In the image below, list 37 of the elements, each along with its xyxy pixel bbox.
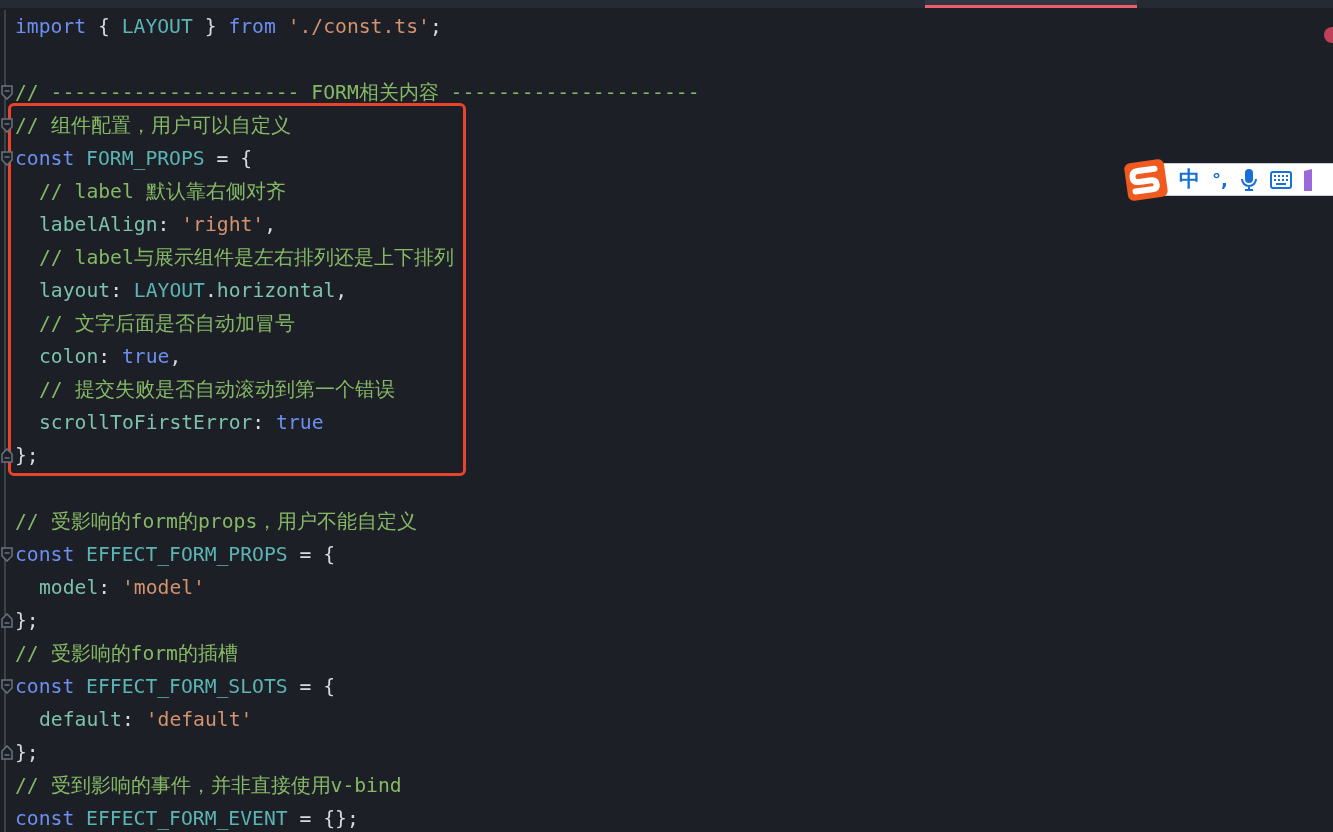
code-line: labelAlign: 'right', [38, 211, 277, 238]
input-mode-toggle[interactable]: 中 [1179, 169, 1200, 190]
code-line: import { LAYOUT } from './const.ts'; [15, 13, 442, 40]
fold-icon[interactable] [1, 447, 13, 463]
code-line: const FORM_PROPS = { [15, 145, 253, 172]
code-line: }; [15, 442, 39, 469]
code-line: colon: true, [38, 343, 182, 370]
microphone-icon[interactable] [1239, 167, 1258, 192]
code-line: }; [15, 607, 39, 634]
code-line: const EFFECT_FORM_PROPS = { [15, 541, 336, 568]
code-line: default: 'default' [38, 706, 253, 733]
keyboard-icon[interactable] [1269, 170, 1292, 189]
code-comment: // 受影响的form的props，用户不能自定义 [15, 508, 418, 535]
fold-icon[interactable] [1, 150, 13, 166]
code-comment: // 组件配置，用户可以自定义 [15, 112, 291, 139]
code-line: const EFFECT_FORM_EVENT = {}; [15, 805, 359, 832]
punctuation-toggle[interactable]: °, [1212, 170, 1228, 189]
code-line: layout: LAYOUT.horizontal, [38, 277, 348, 304]
fold-icon[interactable] [1, 84, 13, 100]
code-comment: // 提交失败是否自动滚动到第一个错误 [38, 376, 395, 403]
code-comment: // label 默认靠右侧对齐 [38, 178, 286, 205]
code-line: const EFFECT_FORM_SLOTS = { [15, 673, 336, 700]
code-comment: // 文字后面是否自动加冒号 [38, 310, 295, 337]
code-comment: // label与展示组件是左右排列还是上下排列 [38, 244, 454, 271]
code-line: model: 'model' [38, 574, 205, 601]
fold-icon[interactable] [1, 612, 13, 628]
fold-icon[interactable] [1, 744, 13, 760]
active-tab-indicator[interactable] [925, 0, 1137, 8]
code-comment: // 受到影响的事件，并非直接使用v-bind [15, 772, 402, 799]
fold-icon[interactable] [1, 117, 13, 133]
code-line: scrollToFirstError: true [38, 409, 324, 436]
fold-icon[interactable] [1, 678, 13, 694]
code-comment: // --------------------- FORM相关内容 --------------------- [15, 79, 700, 106]
code-line: }; [15, 739, 39, 766]
fold-icon[interactable] [1, 546, 13, 562]
skin-icon[interactable] [1303, 168, 1312, 191]
code-comment: // 受影响的form的插槽 [15, 640, 238, 667]
